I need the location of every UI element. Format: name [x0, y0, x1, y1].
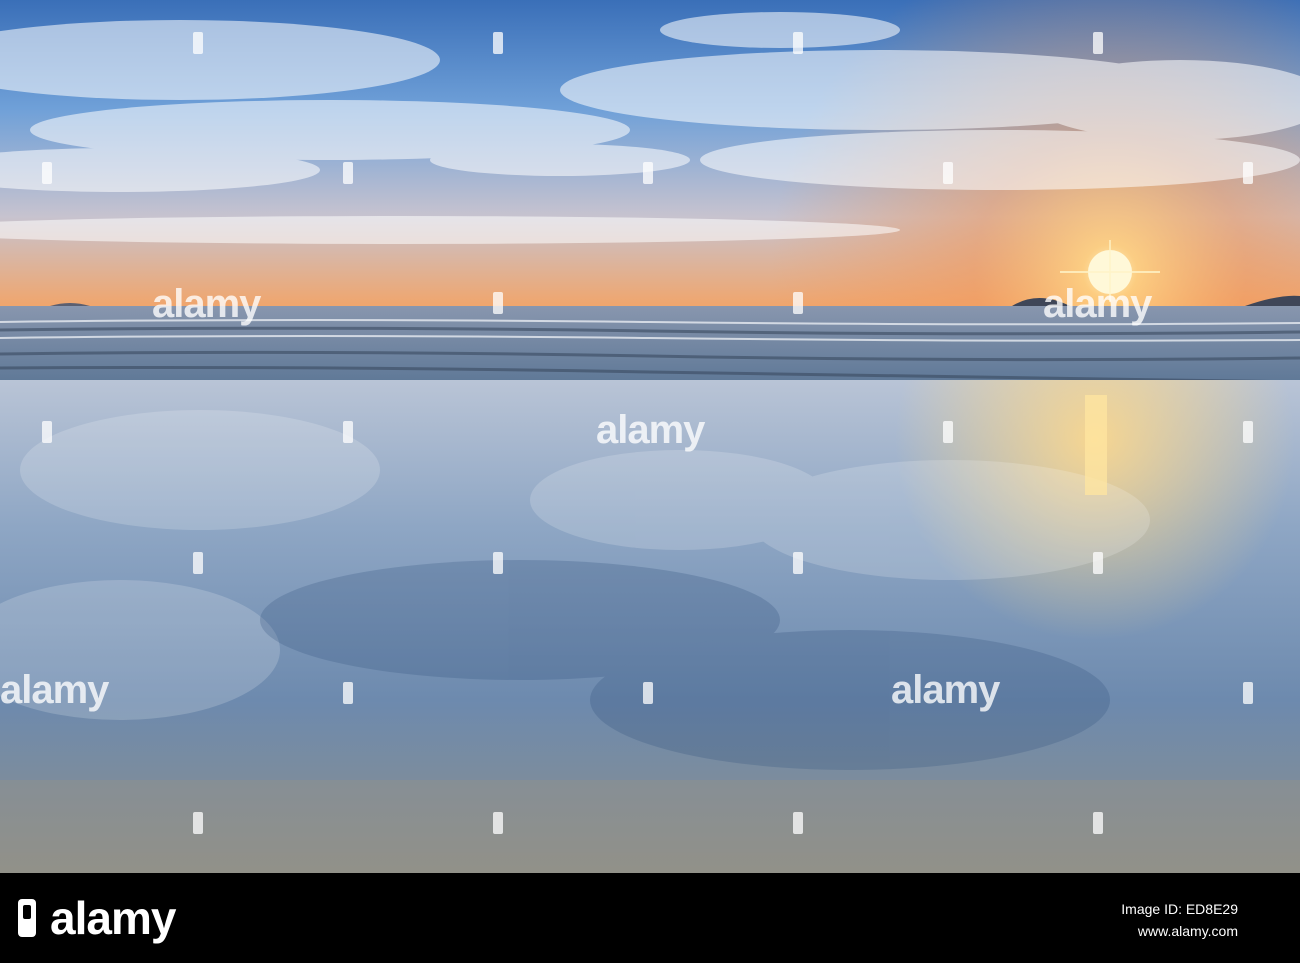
- sea: [0, 306, 1300, 386]
- sunset-beach-photo: alamy alamy alamy alamy alamy: [0, 0, 1300, 873]
- site-url-link[interactable]: www.alamy.com: [1138, 923, 1238, 939]
- stock-footer-bar: alamy Image ID: ED8E29 www.alamy.com: [0, 873, 1300, 963]
- sun-reflection: [1085, 395, 1107, 495]
- alamy-logo[interactable]: alamy: [50, 891, 176, 945]
- photo-scene: [0, 0, 1300, 873]
- image-id-label: Image ID: ED8E29: [1121, 901, 1238, 917]
- alamy-logo-icon: [18, 899, 36, 937]
